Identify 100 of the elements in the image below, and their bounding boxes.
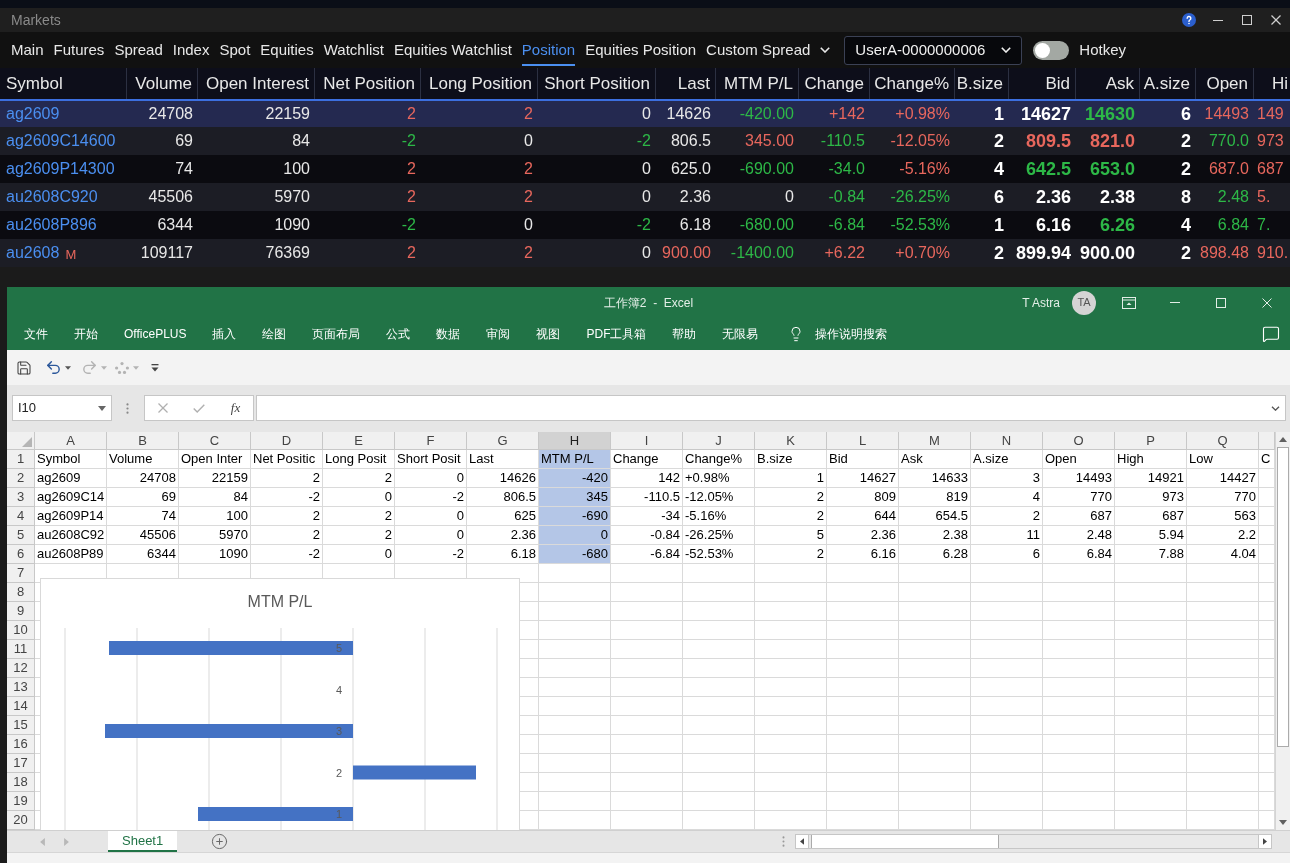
select-all-icon[interactable] [22,437,32,447]
column-header[interactable]: G [467,432,539,450]
ribbon-tab[interactable]: 视图 [523,318,574,350]
view-tab[interactable]: Watchlist [323,34,384,66]
column-header[interactable]: J [683,432,755,450]
scroll-thumb[interactable] [1277,447,1289,747]
column-header[interactable]: L [827,432,899,450]
sheet-cell: 973 [1115,488,1187,507]
row-header[interactable]: 6 [7,545,35,564]
column-header[interactable]: P [1115,432,1187,450]
insert-function-button[interactable]: fx [230,398,241,418]
view-tab[interactable]: Position [521,34,576,66]
ribbon-tab[interactable]: 页面布局 [299,318,374,350]
view-tab[interactable]: Index [172,34,210,66]
view-tab[interactable]: Spot [219,34,251,66]
row-header[interactable]: 12 [7,659,35,678]
column-header[interactable]: E [323,432,395,450]
vertical-scrollbar[interactable] [1275,432,1290,830]
enter-button[interactable] [193,403,206,413]
scroll-thumb[interactable] [811,835,999,848]
view-tab[interactable]: Equities Position [585,34,697,66]
view-tab[interactable]: Spread [114,34,163,66]
column-header[interactable]: H [539,432,611,450]
column-header[interactable]: Q [1187,432,1259,450]
column-header[interactable]: C [179,432,251,450]
name-box[interactable]: I10 [12,395,112,421]
row-header[interactable]: 13 [7,678,35,697]
row-header[interactable]: 14 [7,697,35,716]
sheet-cell [539,640,611,659]
row-header[interactable]: 17 [7,754,35,773]
add-sheet-button[interactable] [211,833,229,850]
splitter-icon[interactable] [782,836,785,847]
undo-button[interactable] [45,358,71,377]
row-header[interactable]: 15 [7,716,35,735]
position-row[interactable]: au2608 M 109117 76369 2 2 0 900.00 -1400.00 +6.22 +0.70% 2 899.94 900.00 2 898.48 910. [0,239,1290,267]
view-tab[interactable]: Equities [260,34,314,66]
row-header[interactable]: 10 [7,621,35,640]
account-dropdown[interactable]: UserA-0000000006 [844,35,1023,65]
scroll-left-button[interactable] [796,835,809,848]
ribbon-tab[interactable]: OfficePLUS [111,318,200,350]
column-header[interactable]: A [35,432,107,450]
ribbon-tab[interactable]: 文件 [11,318,61,350]
row-header[interactable]: 16 [7,735,35,754]
comments-button[interactable] [1262,325,1280,343]
position-row[interactable]: au2608C920 45506 5970 2 2 0 2.36 0 -0.84 -26.25% 6 2.36 2.38 8 2.48 5. [0,183,1290,211]
ribbon-tab[interactable]: 公式 [373,318,424,350]
table-cell-text: -26.25% [889,187,951,207]
column-header[interactable]: F [395,432,467,450]
row-header[interactable]: 7 [7,564,35,583]
row-header[interactable]: 3 [7,488,35,507]
column-header[interactable]: O [1043,432,1115,450]
column-header[interactable]: M [899,432,971,450]
position-row[interactable]: ag2609 24708 22159 2 2 0 14626 -420.00 +142 +0.98% 1 14627 14630 6 14493 149 [0,99,1290,127]
table-cell-text: 2 [406,243,417,263]
sheet-tab[interactable]: Sheet1 [108,831,178,852]
row-header[interactable]: 1 [7,450,35,469]
ribbon-tab[interactable]: PDF工具箱 [573,318,660,350]
view-tab[interactable]: Futures [53,34,105,66]
horizontal-scrollbar[interactable] [795,834,1272,849]
column-header[interactable]: I [611,432,683,450]
save-button[interactable] [15,358,33,377]
cancel-button[interactable] [157,403,168,413]
ribbon-tab[interactable]: 审阅 [473,318,524,350]
position-row[interactable]: ag2609C14600 69 84 -2 0 -2 806.5 345.00 -110.5 -12.05% 2 809.5 821.0 2 770.0 973 [0,127,1290,155]
row-header[interactable]: 20 [7,811,35,830]
row-header[interactable]: 11 [7,640,35,659]
hotkey-toggle[interactable] [1033,40,1070,60]
column-header[interactable]: K [755,432,827,450]
view-tab[interactable]: Main [11,34,44,66]
ribbon-tab[interactable]: 帮助 [659,318,710,350]
row-header[interactable]: 19 [7,792,35,811]
ribbon-tab[interactable]: 无限易 [709,318,772,350]
menu-tab[interactable]: Custom Spread [706,34,831,66]
sheet-cell: Open [1043,450,1115,469]
table-cell-text: 0 [641,104,652,124]
table-cell-text: 1 [993,213,1005,237]
column-header[interactable]: B [107,432,179,450]
axis-label: 3 [335,725,342,737]
column-header[interactable]: Hi [1254,68,1290,99]
position-row[interactable]: au2608P896 6344 1090 -2 0 -2 6.18 -680.00 -6.84 -52.53% 1 6.16 6.26 4 6.84 7. [0,211,1290,239]
ribbon-tab[interactable]: 插入 [199,318,250,350]
ribbon-tab[interactable]: 数据 [423,318,474,350]
user-avatar[interactable]: TA [1072,290,1096,315]
position-row[interactable]: ag2609P14300 74 100 2 2 0 625.0 -690.00 -34.0 -5.16% 4 642.5 653.0 2 687.0 687 [0,155,1290,183]
row-header[interactable]: 18 [7,773,35,792]
column-header[interactable]: D [251,432,323,450]
redo-icon [81,359,98,376]
table-cell-text: 4 [993,157,1005,181]
row-header[interactable]: 8 [7,583,35,602]
ribbon-tab[interactable]: 绘图 [249,318,300,350]
ribbon-tab[interactable]: 开始 [61,318,111,350]
formula-input[interactable] [256,395,1286,421]
tell-me-search[interactable]: 操作说明搜索 [788,318,888,350]
row-header[interactable]: 5 [7,526,35,545]
view-tab[interactable]: Equities Watchlist [394,34,512,66]
column-header[interactable]: N [971,432,1043,450]
row-header[interactable]: 2 [7,469,35,488]
scroll-right-button[interactable] [1258,835,1271,848]
row-header[interactable]: 4 [7,507,35,526]
row-header[interactable]: 9 [7,602,35,621]
